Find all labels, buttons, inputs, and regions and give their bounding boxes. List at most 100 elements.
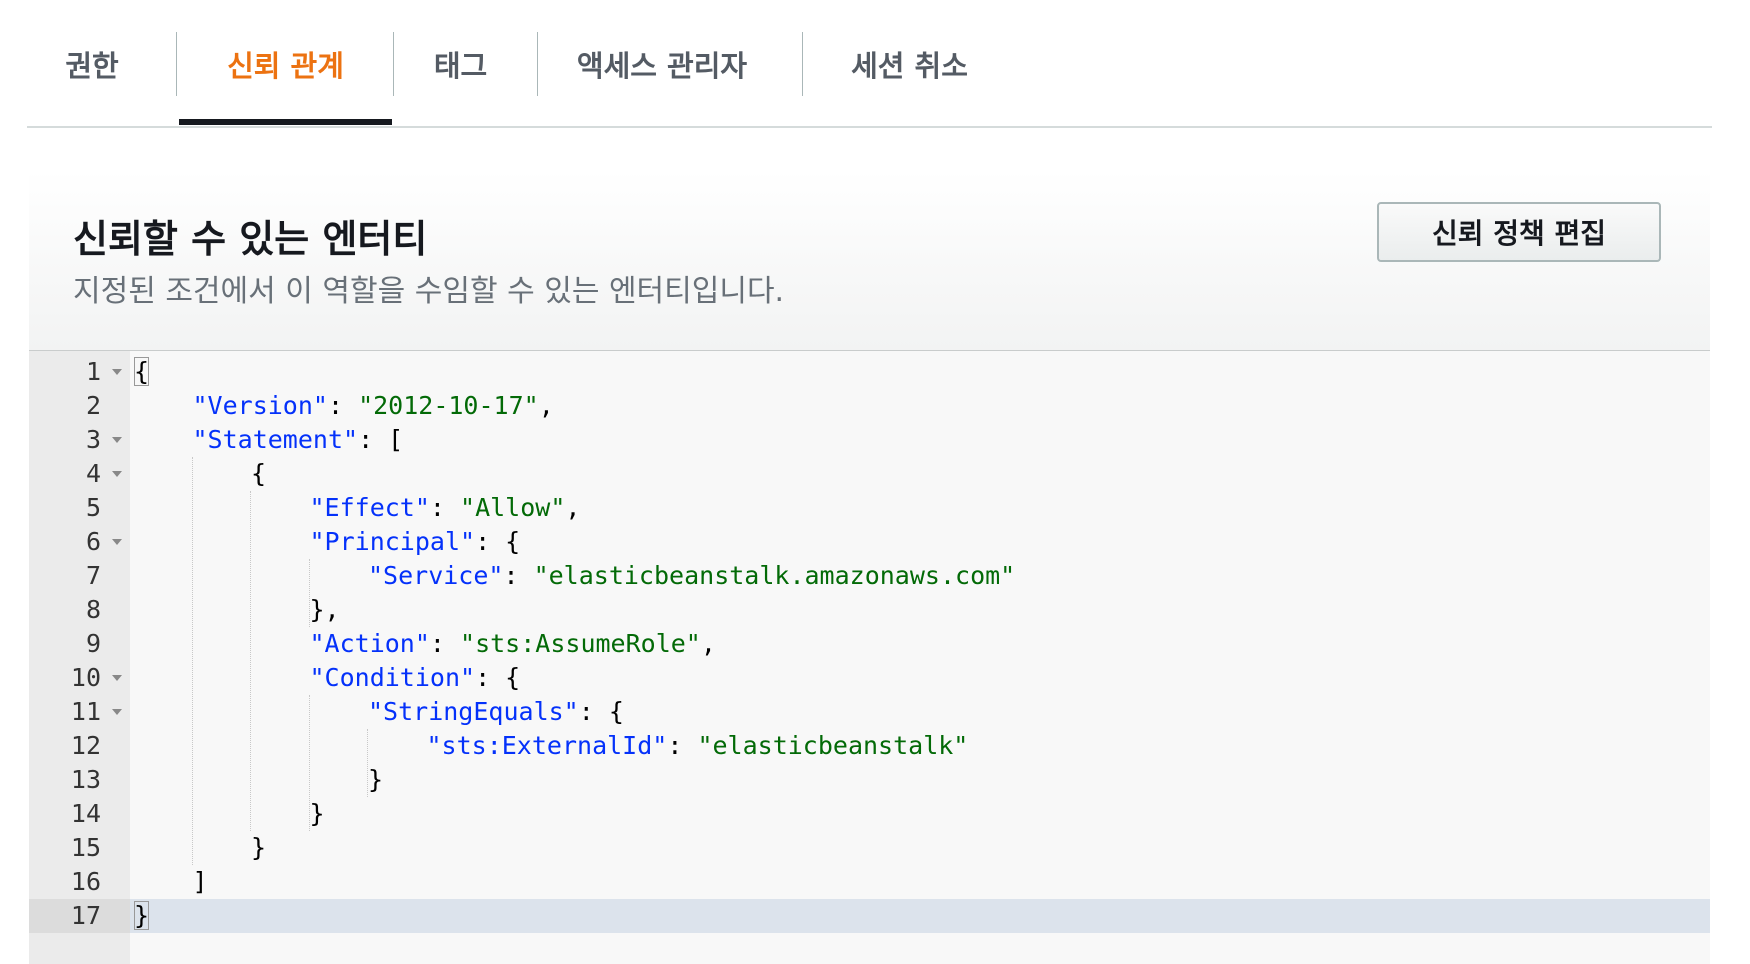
json-key: "StringEquals" [368,697,579,726]
line-number: 16 [70,867,101,896]
fold-toggle-icon[interactable] [112,539,122,545]
code-text: ] [193,865,208,899]
section-title: 신뢰할 수 있는 엔터티 [73,217,428,261]
json-punctuation: : { [475,527,521,556]
json-string: "sts:AssumeRole" [460,629,701,658]
json-punctuation: : [503,561,534,590]
line-number: 15 [70,833,101,862]
json-punctuation: : [327,391,359,420]
code-text: "sts:ExternalId": "elasticbeanstalk" [427,729,969,763]
json-key: "Statement" [192,425,359,454]
line-number: 12 [70,731,101,760]
json-punctuation: : [ [358,425,404,454]
code-line: 4{ [29,457,1710,491]
json-punctuation: : [429,629,461,658]
tab-separator [176,32,177,96]
json-key: "Condition" [309,663,476,692]
json-key: "sts:ExternalId" [426,731,668,760]
json-punctuation: }, [309,595,340,624]
indent-guide [250,491,251,831]
json-punctuation: : { [475,663,521,692]
line-number: 9 [85,629,101,658]
line-number: 7 [85,561,101,590]
code-line: 12 "sts:ExternalId": "elasticbeanstalk" [29,729,1710,763]
code-line: 7 "Service": "elasticbeanstalk.amazonaws.… [29,559,1710,593]
line-number: 5 [85,493,101,522]
code-text: { [134,355,150,389]
json-punctuation: : [429,493,461,522]
code-line: 17} [29,899,1710,933]
json-punctuation: , [565,493,581,522]
line-number: 6 [29,525,130,559]
code-line: 8}, [29,593,1710,627]
line-number: 3 [29,423,130,457]
line-number: 13 [70,765,101,794]
code-text: "Statement": [ [193,423,404,457]
json-punctuation: : [667,731,698,760]
trusted-entities-panel: 신뢰할 수 있는 엔터티 지정된 조건에서 이 역할을 수임할 수 있는 엔터티… [29,170,1710,964]
code-text: { [251,457,266,491]
json-punctuation: : { [578,697,624,726]
fold-toggle-icon[interactable] [112,471,122,477]
code-text: "Service": "elasticbeanstalk.amazonaws.c… [368,559,1015,593]
json-key: "Service" [368,561,504,590]
fold-toggle-icon[interactable] [112,709,122,715]
json-punctuation: } [134,901,150,930]
fold-toggle-icon[interactable] [112,675,122,681]
tab-tags[interactable]: 태그 [393,32,528,96]
code-text: } [368,763,383,797]
tab-access-advisor[interactable]: 액세스 관리자 [537,32,787,96]
edit-trust-policy-button[interactable]: 신뢰 정책 편집 [1377,202,1661,262]
code-text: "Principal": { [310,525,521,559]
code-line: 5 "Effect": "Allow", [29,491,1710,525]
json-punctuation: } [368,765,384,794]
line-number: 4 [29,457,130,491]
tab-permissions[interactable]: 권한 [27,32,157,96]
json-key: "Action" [309,629,430,658]
indent-guide [191,457,193,865]
json-punctuation: } [251,833,267,862]
code-line: 13} [29,763,1710,797]
tab-trust-relationships[interactable]: 신뢰 관계 [179,32,392,96]
tab-bar: 권한 신뢰 관계 태그 액세스 관리자 세션 취소 [27,0,1712,128]
json-code-editor[interactable]: 1{2 "Version": "2012-10-17", 3 "Statement":… [29,351,1710,964]
line-number: 11 [29,695,130,729]
code-text: "StringEquals": { [368,695,624,729]
code-text: "Effect": "Allow", [310,491,581,525]
json-string: "elasticbeanstalk.amazonaws.com" [533,561,1016,590]
indent-guide [308,559,310,627]
code-line: 3 "Statement": [ [29,423,1710,457]
fold-toggle-icon[interactable] [112,369,122,375]
code-text: "Action": "sts:AssumeRole", [310,627,716,661]
json-punctuation: { [251,459,267,488]
json-string: "elasticbeanstalk" [697,731,969,760]
json-key: "Principal" [309,527,476,556]
json-punctuation: , [700,629,716,658]
code-text: }, [310,593,340,627]
tab-revoke-sessions[interactable]: 세션 취소 [802,32,1017,96]
line-number: 17 [29,899,130,933]
code-line: 2 "Version": "2012-10-17", [29,389,1710,423]
code-text: "Condition": { [310,661,521,695]
code-text: "Version": "2012-10-17", [193,389,554,423]
code-line: 14} [29,797,1710,831]
json-key: "Effect" [309,493,430,522]
active-tab-indicator [179,119,392,125]
line-number: 14 [70,799,101,828]
code-line: 1{ [29,355,1710,389]
code-line: 11 "StringEquals": { [29,695,1710,729]
indent-guide [367,729,368,797]
code-text: } [310,797,325,831]
code-line: 16] [29,865,1710,899]
json-punctuation: , [538,391,554,420]
json-key: "Version" [192,391,328,420]
line-number: 1 [29,355,130,389]
code-line: 10 "Condition": { [29,661,1710,695]
code-text: } [251,831,266,865]
line-number: 2 [85,391,101,420]
line-number: 8 [85,595,101,624]
code-line: 15} [29,831,1710,865]
fold-toggle-icon[interactable] [112,437,122,443]
line-number: 10 [29,661,130,695]
json-string: "Allow" [460,493,566,522]
